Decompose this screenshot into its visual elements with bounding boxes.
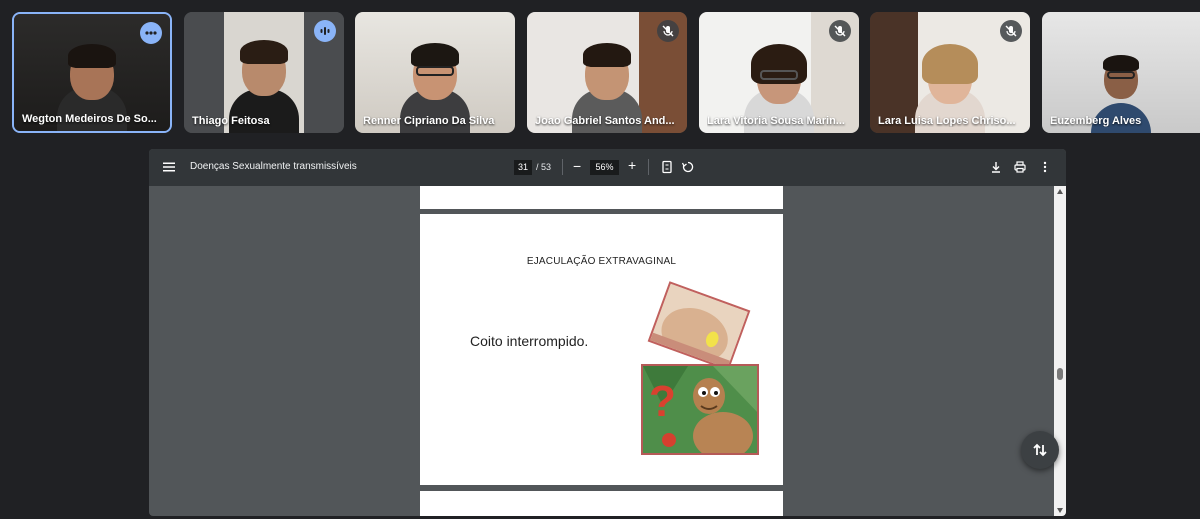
slide-text: Coito interrompido. — [470, 333, 589, 349]
page-total: / 53 — [536, 162, 552, 172]
toolbar-divider — [562, 159, 563, 175]
menu-icon[interactable] — [161, 159, 177, 175]
zoom-in-button[interactable]: + — [628, 157, 636, 173]
fit-page-icon[interactable] — [660, 160, 674, 174]
participant-name: Euzemberg Alves — [1050, 115, 1142, 127]
scroll-down-arrow-icon[interactable] — [1057, 508, 1063, 513]
participant-name: Thiago Feitosa — [192, 115, 270, 127]
cartoon-image: ? — [641, 364, 759, 455]
participant-name: Renner Cipriano Da Silva — [363, 115, 495, 127]
mic-off-icon — [1000, 20, 1022, 42]
more-vert-icon[interactable] — [1038, 160, 1052, 174]
document-title: Doenças Sexualmente transmissíveis — [190, 161, 357, 172]
participant-tile[interactable]: Lara Luisa Lopes Chriso... — [870, 12, 1030, 133]
zoom-out-button[interactable]: − — [573, 158, 581, 174]
participant-name: Lara Luisa Lopes Chriso... — [878, 115, 1016, 127]
participant-tile[interactable]: Wegton Medeiros De So... — [12, 12, 172, 133]
participant-tile[interactable]: Euzemberg Alves — [1042, 12, 1200, 133]
mic-off-icon — [829, 20, 851, 42]
speaking-icon — [314, 20, 336, 42]
belly-photo-image — [647, 281, 751, 371]
mic-off-icon — [657, 20, 679, 42]
print-icon[interactable] — [1013, 160, 1027, 174]
participant-strip: Wegton Medeiros De So... Thiago Feitosa … — [0, 0, 1200, 145]
pdf-page-current: EJACULAÇÃO EXTRAVAGINAL Coito interrompi… — [420, 214, 783, 485]
vertical-scrollbar[interactable] — [1054, 186, 1066, 516]
more-options-icon[interactable] — [140, 22, 162, 44]
scrollbar-thumb[interactable] — [1057, 368, 1063, 380]
pdf-page-next — [420, 491, 783, 516]
swap-vertical-icon — [1033, 443, 1047, 457]
pdf-viewer: Doenças Sexualmente transmissíveis 31 / … — [149, 149, 1066, 516]
participant-tile[interactable]: Joao Gabriel Santos And... — [527, 12, 687, 133]
page-number-input[interactable]: 31 — [514, 160, 532, 175]
participant-name: Lara Vitoria Sousa Marin... — [707, 115, 845, 127]
participant-tile[interactable]: Lara Vitoria Sousa Marin... — [699, 12, 859, 133]
download-icon[interactable] — [989, 160, 1003, 174]
pdf-toolbar: Doenças Sexualmente transmissíveis 31 / … — [149, 149, 1066, 186]
document-area: EJACULAÇÃO EXTRAVAGINAL Coito interrompi… — [149, 186, 1066, 516]
swap-layout-button[interactable] — [1021, 431, 1059, 469]
participant-tile[interactable]: Renner Cipriano Da Silva — [355, 12, 515, 133]
svg-text:?: ? — [649, 377, 676, 426]
toolbar-divider — [648, 159, 649, 175]
zoom-level-input[interactable]: 56% — [590, 160, 619, 175]
participant-tile[interactable]: Thiago Feitosa — [184, 12, 344, 133]
scroll-up-arrow-icon[interactable] — [1057, 189, 1063, 194]
participant-name: Wegton Medeiros De So... — [22, 113, 157, 125]
participant-name: Joao Gabriel Santos And... — [535, 115, 675, 127]
pdf-page-previous — [420, 186, 783, 209]
slide-title: EJACULAÇÃO EXTRAVAGINAL — [526, 256, 677, 267]
rotate-icon[interactable] — [681, 160, 695, 174]
